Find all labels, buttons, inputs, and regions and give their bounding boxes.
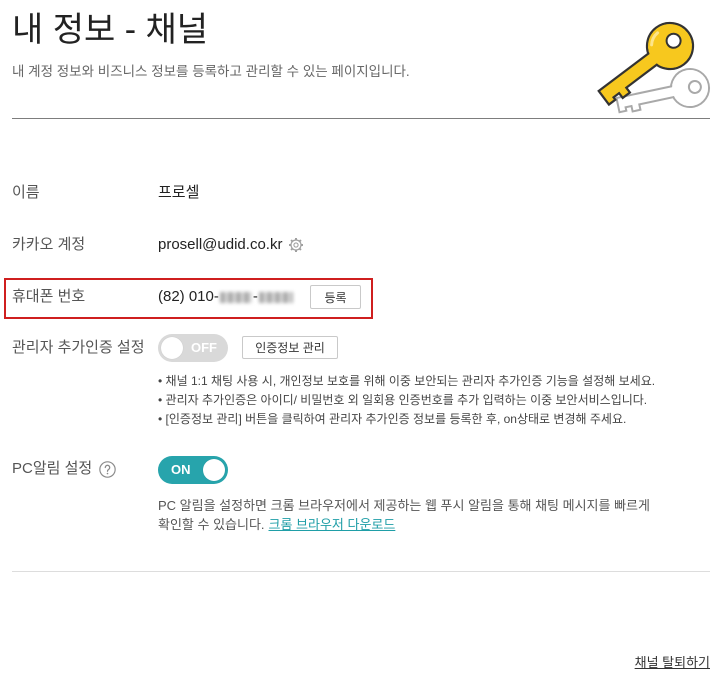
gear-icon[interactable] <box>288 237 304 253</box>
name-value: 프로셀 <box>158 184 200 201</box>
kakao-account-label: 카카오 계정 <box>12 236 86 253</box>
note-item: • [인증정보 관리] 버튼을 클릭하여 관리자 추가인증 정보를 등록한 후,… <box>158 412 627 426</box>
question-circle-icon[interactable] <box>99 460 116 478</box>
toggle-label: OFF <box>191 340 217 355</box>
name-label: 이름 <box>12 184 40 201</box>
pc-alarm-label-group: PC알림 설정 <box>12 459 116 479</box>
kakao-account-value: prosell@udid.co.kr <box>158 235 304 255</box>
note-item: • 채널 1:1 채팅 사용 시, 개인정보 보호를 위해 이중 보안되는 관리… <box>158 374 656 388</box>
phone-prefix: (82) 010- <box>158 288 219 305</box>
pc-alarm-description: PC 알림을 설정하면 크롬 브라우저에서 제공하는 웹 푸시 알림을 통해 채… <box>158 496 714 534</box>
manage-auth-button[interactable]: 인증정보 관리 <box>242 336 338 359</box>
toggle-knob <box>161 337 183 359</box>
page-title: 내 정보 - 채널 <box>12 11 209 49</box>
toggle-label: ON <box>171 462 191 477</box>
phone-value: (82) 010- - <box>158 287 294 307</box>
admin-auth-label: 관리자 추가인증 설정 <box>12 339 145 356</box>
key-icon <box>597 21 710 114</box>
toggle-knob <box>203 459 225 481</box>
phone-register-button[interactable]: 등록 <box>310 285 361 309</box>
section-divider <box>12 571 710 572</box>
pc-alarm-toggle[interactable]: ON <box>158 456 228 484</box>
description-line: PC 알림을 설정하면 크롬 브라우저에서 제공하는 웹 푸시 알림을 통해 채… <box>158 498 650 513</box>
description-line: 확인할 수 있습니다. 크롬 브라우저 다운로드 <box>158 515 714 534</box>
admin-auth-notes: • 채널 1:1 채팅 사용 시, 개인정보 보호를 위해 이중 보안되는 관리… <box>158 372 714 429</box>
page-subtitle: 내 계정 정보와 비즈니스 정보를 등록하고 관리할 수 있는 페이지입니다. <box>12 64 410 79</box>
phone-separator: - <box>252 288 258 305</box>
chrome-download-link[interactable]: 크롬 브라우저 다운로드 <box>269 517 396 532</box>
admin-auth-toggle[interactable]: OFF <box>158 334 228 362</box>
withdraw-channel-link[interactable]: 채널 탈퇴하기 <box>635 654 710 672</box>
note-item: • 관리자 추가인증은 아이디/ 비밀번호 외 일회용 인증번호를 추가 입력하… <box>158 393 648 407</box>
header-divider <box>12 118 710 119</box>
masked-digits <box>258 291 293 303</box>
phone-label: 휴대폰 번호 <box>12 288 86 305</box>
description-text: 확인할 수 있습니다. <box>158 517 265 532</box>
masked-digits <box>219 291 252 303</box>
pc-alarm-label: PC알림 설정 <box>12 460 93 477</box>
kakao-account-email: prosell@udid.co.kr <box>158 236 283 253</box>
